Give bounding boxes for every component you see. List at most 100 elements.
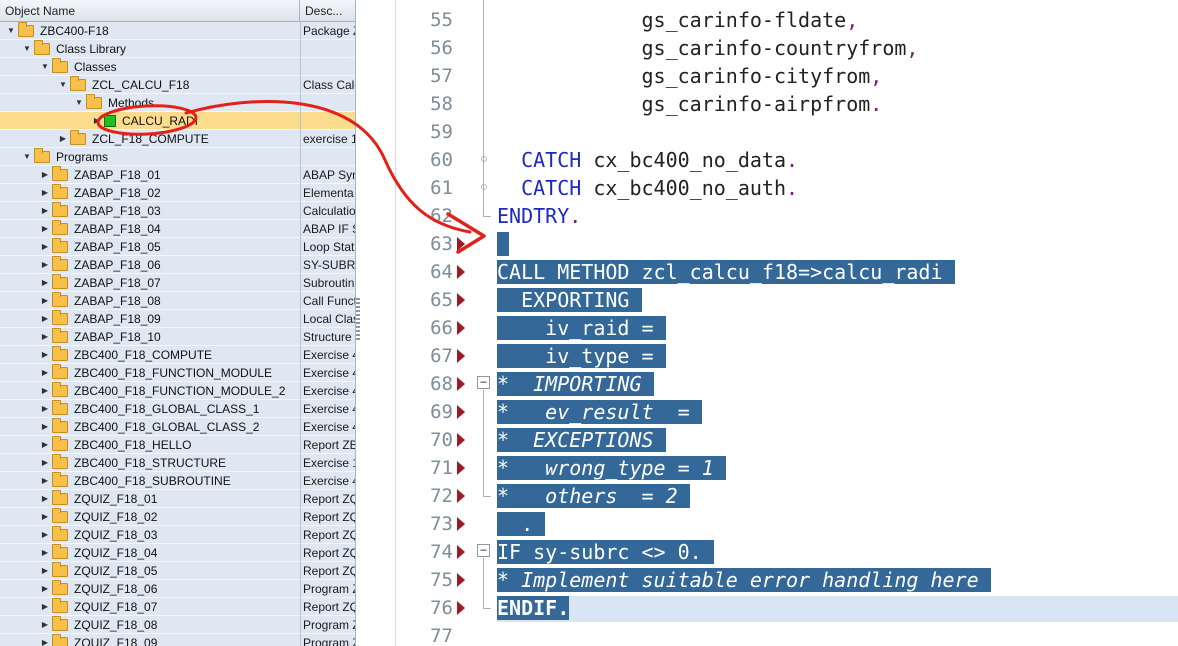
code-line[interactable]: 70 * EXCEPTIONS (397, 426, 1178, 454)
code-line[interactable]: 68 * IMPORTING − (397, 370, 1178, 398)
tree-row[interactable]: ▶ ZQUIZ_F18_03 Report ZQ (0, 526, 355, 544)
collapse-triangle-icon[interactable]: ▼ (6, 22, 16, 40)
code-line[interactable]: 57 gs_carinfo-cityfrom, (397, 62, 1178, 90)
expand-triangle-icon[interactable]: ▶ (40, 310, 50, 328)
panel-splitter[interactable] (356, 0, 396, 646)
expand-triangle-icon[interactable]: ▶ (40, 418, 50, 436)
tree-row[interactable]: ▶ ZCL_F18_COMPUTE exercise 1 (0, 130, 355, 148)
expand-triangle-icon[interactable]: ▶ (40, 472, 50, 490)
tree-row[interactable]: ▼ Classes (0, 58, 355, 76)
tree-row[interactable]: ▶ ZBC400_F18_COMPUTE Exercise 4 (0, 346, 355, 364)
code-text[interactable]: CATCH cx_bc400_no_auth. (497, 176, 798, 200)
code-line[interactable]: 61 CATCH cx_bc400_no_auth. (397, 174, 1178, 202)
collapse-triangle-icon[interactable]: ▼ (22, 148, 32, 166)
tree-row[interactable]: ▶ ZABAP_F18_03 Calculation (0, 202, 355, 220)
tree-row[interactable]: ▶ ZBC400_F18_FUNCTION_MODULE_2 Exercise 4 (0, 382, 355, 400)
code-line[interactable]: 66 iv_raid = (397, 314, 1178, 342)
code-line[interactable]: 77 (397, 622, 1178, 646)
code-text[interactable]: * ev_result = (497, 400, 702, 424)
tree-node[interactable]: ▶ ZBC400_F18_GLOBAL_CLASS_2 (0, 418, 300, 436)
tree-node[interactable]: ▶ ZBC400_F18_FUNCTION_MODULE_2 (0, 382, 300, 400)
code-line[interactable]: 75 * Implement suitable error handling he… (397, 566, 1178, 594)
fold-toggle-icon[interactable]: − (477, 544, 490, 557)
tree-node[interactable]: ▼ Class Library (0, 40, 300, 58)
tree-row[interactable]: ▶ ZQUIZ_F18_08 Program Z (0, 616, 355, 634)
tree-row[interactable]: ▼ ZBC400-F18 Package Z (0, 22, 355, 40)
expand-triangle-icon[interactable]: ▶ (40, 634, 50, 646)
tree-row[interactable]: ▶ ZQUIZ_F18_09 Program Z (0, 634, 355, 646)
code-text[interactable]: iv_raid = (497, 316, 666, 340)
tree-node[interactable]: ▶ CALCU_RADI (0, 112, 300, 130)
expand-triangle-icon[interactable]: ▶ (92, 112, 102, 130)
collapse-triangle-icon[interactable]: ▼ (58, 76, 68, 94)
tree-row[interactable]: ▶ ZABAP_F18_10 Structure (0, 328, 355, 346)
expand-triangle-icon[interactable]: ▶ (40, 508, 50, 526)
tree-row[interactable]: ▶ ZQUIZ_F18_04 Report ZQ (0, 544, 355, 562)
tree-node[interactable]: ▼ Programs (0, 148, 300, 166)
tree-row[interactable]: ▼ Methods (0, 94, 355, 112)
tree-node[interactable]: ▼ Methods (0, 94, 300, 112)
tree-row[interactable]: ▶ ZBC400_F18_FUNCTION_MODULE Exercise 4 (0, 364, 355, 382)
splitter-grip-icon[interactable] (356, 298, 360, 340)
tree-node[interactable]: ▶ ZABAP_F18_07 (0, 274, 300, 292)
tree-row[interactable]: ▶ ZABAP_F18_07 Subroutin (0, 274, 355, 292)
expand-triangle-icon[interactable]: ▶ (40, 400, 50, 418)
expand-triangle-icon[interactable]: ▶ (40, 274, 50, 292)
column-header-description[interactable]: Desc... (300, 0, 355, 22)
tree-node[interactable]: ▶ ZBC400_F18_SUBROUTINE (0, 472, 300, 490)
code-text[interactable]: gs_carinfo-fldate, (497, 8, 858, 32)
tree-row[interactable]: ▶ ZABAP_F18_06 SY-SUBRC (0, 256, 355, 274)
code-text[interactable]: * others = 2 (497, 484, 690, 508)
tree-node[interactable]: ▶ ZCL_F18_COMPUTE (0, 130, 300, 148)
tree-row[interactable]: ▶ ZQUIZ_F18_05 Report ZQ (0, 562, 355, 580)
expand-triangle-icon[interactable]: ▶ (40, 598, 50, 616)
code-line[interactable]: 67 iv_type = (397, 342, 1178, 370)
code-text[interactable]: * EXCEPTIONS (497, 428, 666, 452)
code-text[interactable]: gs_carinfo-countryfrom, (497, 36, 918, 60)
code-text[interactable]: ENDIF. (497, 596, 570, 620)
tree-node[interactable]: ▶ ZBC400_F18_HELLO (0, 436, 300, 454)
expand-triangle-icon[interactable]: ▶ (40, 346, 50, 364)
expand-triangle-icon[interactable]: ▶ (40, 292, 50, 310)
tree-row[interactable]: ▶ ZABAP_F18_02 Elementa (0, 184, 355, 202)
collapse-triangle-icon[interactable]: ▼ (74, 94, 84, 112)
tree-row[interactable]: ▶ ZABAP_F18_05 Loop Stat (0, 238, 355, 256)
code-line[interactable]: 63 (397, 230, 1178, 258)
tree-node[interactable]: ▶ ZQUIZ_F18_07 (0, 598, 300, 616)
tree-node[interactable]: ▶ ZABAP_F18_10 (0, 328, 300, 346)
tree-node[interactable]: ▶ ZQUIZ_F18_08 (0, 616, 300, 634)
tree-row[interactable]: ▶ ZQUIZ_F18_07 Report ZQ (0, 598, 355, 616)
tree-row[interactable]: ▶ ZBC400_F18_GLOBAL_CLASS_1 Exercise 4 (0, 400, 355, 418)
code-line[interactable]: 64 CALL METHOD zcl_calcu_f18=>calcu_radi (397, 258, 1178, 286)
expand-triangle-icon[interactable]: ▶ (40, 328, 50, 346)
tree-node[interactable]: ▶ ZABAP_F18_05 (0, 238, 300, 256)
code-text[interactable]: * wrong_type = 1 (497, 456, 726, 480)
code-text[interactable]: gs_carinfo-cityfrom, (497, 64, 882, 88)
tree-node[interactable]: ▼ ZCL_CALCU_F18 (0, 76, 300, 94)
code-text[interactable]: CATCH cx_bc400_no_data. (497, 148, 798, 172)
tree-row[interactable]: ▶ ZBC400_F18_HELLO Report ZB (0, 436, 355, 454)
tree-row[interactable]: ▶ CALCU_RADI (0, 112, 355, 130)
tree-node[interactable]: ▶ ZBC400_F18_GLOBAL_CLASS_1 (0, 400, 300, 418)
tree-node[interactable]: ▼ Classes (0, 58, 300, 76)
code-line[interactable]: 69 * ev_result = (397, 398, 1178, 426)
tree-row[interactable]: ▶ ZQUIZ_F18_06 Program Z (0, 580, 355, 598)
tree-row[interactable]: ▶ ZQUIZ_F18_02 Report ZQ (0, 508, 355, 526)
tree-node[interactable]: ▶ ZQUIZ_F18_06 (0, 580, 300, 598)
tree-node[interactable]: ▶ ZABAP_F18_08 (0, 292, 300, 310)
code-line[interactable]: 71 * wrong_type = 1 (397, 454, 1178, 482)
code-text[interactable] (497, 232, 510, 256)
code-text[interactable]: EXPORTING (497, 288, 642, 312)
tree-row[interactable]: ▶ ZABAP_F18_04 ABAP IF S (0, 220, 355, 238)
tree-node[interactable]: ▶ ZQUIZ_F18_04 (0, 544, 300, 562)
code-line[interactable]: 73 . (397, 510, 1178, 538)
expand-triangle-icon[interactable]: ▶ (40, 544, 50, 562)
code-line[interactable]: 74 IF sy-subrc <> 0. − (397, 538, 1178, 566)
tree-node[interactable]: ▶ ZABAP_F18_03 (0, 202, 300, 220)
expand-triangle-icon[interactable]: ▶ (40, 238, 50, 256)
tree-node[interactable]: ▶ ZQUIZ_F18_01 (0, 490, 300, 508)
expand-triangle-icon[interactable]: ▶ (40, 382, 50, 400)
tree-node[interactable]: ▶ ZQUIZ_F18_03 (0, 526, 300, 544)
code-line[interactable]: 62 ENDTRY. (397, 202, 1178, 230)
expand-triangle-icon[interactable]: ▶ (40, 364, 50, 382)
